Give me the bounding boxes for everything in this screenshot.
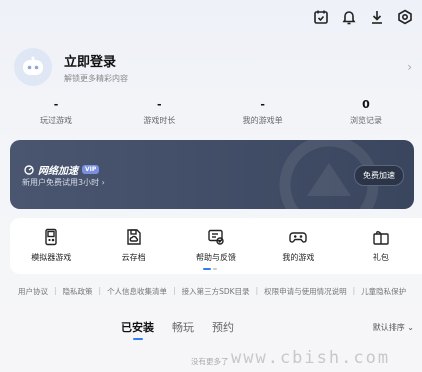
avatar [14,48,52,86]
tool-emulator-games[interactable]: 模拟器游戏 [10,218,92,274]
settings-hex-icon[interactable] [396,8,414,26]
tool-label: 云存档 [121,253,146,262]
cloud-save-icon [126,229,141,245]
stat-browse-history[interactable]: 0 浏览记录 [316,98,416,126]
stat-label: 游戏时长 [143,116,176,125]
link-separator: | [173,286,176,295]
stat-value: - [260,98,265,111]
tool-label: 模拟器游戏 [31,253,72,262]
help-feedback-icon [208,229,224,245]
stat-game-list[interactable]: - 我的游戏单 [213,98,313,126]
link-child-privacy[interactable]: 儿童隐私保护 [361,286,406,297]
carousel-indicator-inactive [213,268,217,270]
tab-play[interactable]: 畅玩 [172,319,194,335]
stats-row: - 玩过游戏 - 游戏时长 - 我的游戏单 0 浏览记录 [6,98,416,126]
stat-play-time[interactable]: - 游戏时长 [109,98,209,126]
top-toolbar [312,8,414,26]
speed-title: 网络加速 [38,166,78,177]
link-separator: | [98,286,102,295]
tool-label: 我的游戏 [282,253,315,262]
stat-value: - [157,98,162,111]
login-title[interactable]: 立即登录 [64,51,128,70]
stat-value: - [53,98,59,111]
vip-badge: VIP [82,165,100,174]
link-permission-usage[interactable]: 权限申请与使用情况说明 [264,286,347,297]
tool-cloud-save[interactable]: 云存档 [92,218,174,274]
free-accelerate-button[interactable]: 免费加速 [354,165,404,186]
stat-played-games[interactable]: - 玩过游戏 [6,98,106,126]
stat-label: 浏览记录 [349,116,382,125]
site-watermark: www.cbish.com [231,348,391,368]
tool-gift[interactable]: 礼包 [340,218,422,274]
network-acceleration-card[interactable]: 网络加速 VIP 新用户免费试用3小时 › 免费加速 [10,140,414,209]
login-subtitle: 解锁更多精彩内容 [64,73,128,83]
tab-installed[interactable]: 已安装 [121,319,154,335]
sort-dropdown[interactable]: 默认排序 ⌄ [373,322,414,333]
gameboy-icon [45,228,57,246]
bell-icon[interactable] [340,8,358,26]
calendar-check-icon[interactable] [312,8,330,26]
gamepad-icon [289,232,308,243]
tab-reserved[interactable]: 预约 [212,319,234,335]
game-tabs: 已安装 畅玩 预约 [121,319,234,335]
carousel-indicator-active [203,268,211,270]
link-personal-info-list[interactable]: 个人信息收集清单 [107,286,167,297]
tool-help-feedback[interactable]: 帮助与反馈 [175,218,257,274]
stat-value: 0 [362,98,370,111]
link-privacy-policy[interactable]: 隐私政策 [63,286,93,297]
gift-icon [373,230,389,245]
download-icon[interactable] [368,8,386,26]
stat-label: 我的游戏单 [242,116,283,125]
link-third-party-sdk[interactable]: 接入第三方SDK目录 [182,286,250,297]
login-profile-row[interactable]: 立即登录 解锁更多精彩内容 › [14,46,412,88]
legal-links-row: 用户协议 | 隐私政策 | 个人信息收集清单 | 接入第三方SDK目录 | 权限申请与使… [18,286,422,297]
speed-subtitle[interactable]: 新用户免费试用3小时 › [22,177,105,188]
speed-icon [24,164,34,175]
tool-label: 礼包 [372,253,389,262]
link-separator: | [54,286,57,295]
link-separator: | [255,286,259,295]
stat-label: 玩过游戏 [40,116,72,125]
link-separator: | [352,286,356,295]
no-more-note: 没有更多了 [191,357,229,366]
tool-my-games[interactable]: 我的游戏 [257,218,339,274]
speed-title-row: 网络加速 VIP [24,162,100,177]
link-user-agreement[interactable]: 用户协议 [18,286,48,297]
tool-label: 帮助与反馈 [196,253,237,262]
robot-avatar-icon [23,56,43,75]
chevron-right-icon[interactable]: › [407,60,412,74]
tools-row: 模拟器游戏 云存档 帮助与反馈 我的游戏 礼包 [10,218,422,274]
